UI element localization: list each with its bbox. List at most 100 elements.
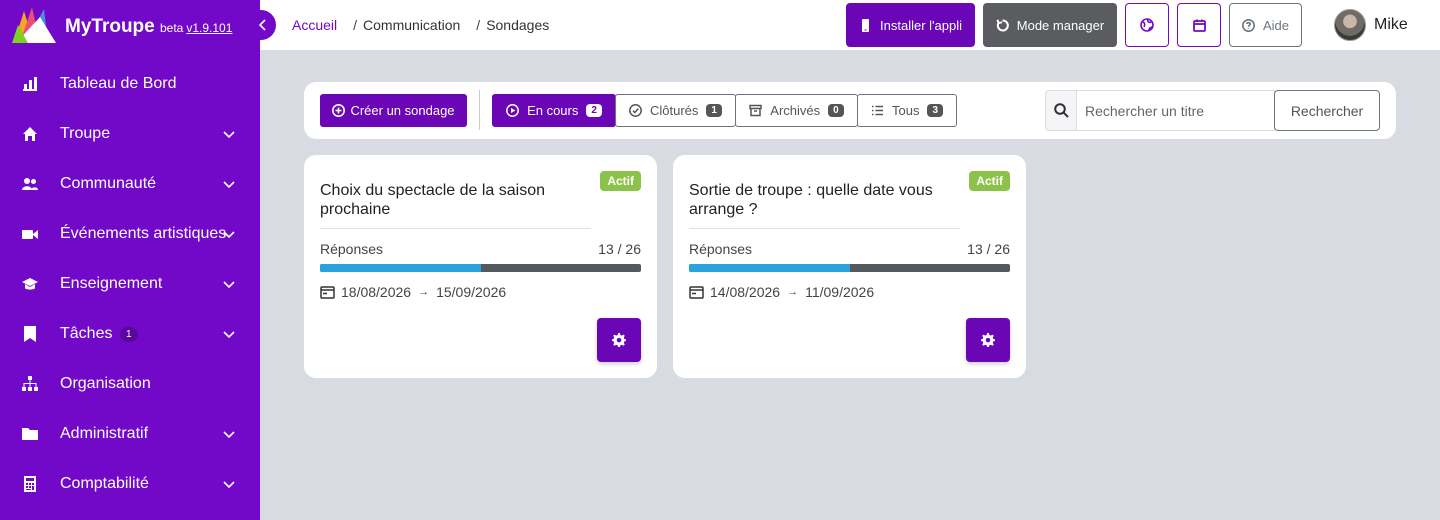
chevron-down-icon[interactable] <box>222 177 236 191</box>
breadcrumb-separator: / <box>353 17 358 33</box>
sidebar-item-organisation[interactable]: Organisation <box>0 359 260 409</box>
search-group: Rechercher <box>1045 90 1380 131</box>
install-app-button[interactable]: Installer l'appli <box>846 3 975 47</box>
arrow-right-icon: → <box>787 286 799 298</box>
mobile-phone-icon <box>862 18 870 32</box>
filter-archived-button[interactable]: Archivés 0 <box>735 94 858 127</box>
manager-mode-button[interactable]: Mode manager <box>983 3 1117 47</box>
gear-icon <box>612 333 626 347</box>
filter-all-button[interactable]: Tous 3 <box>857 94 957 127</box>
sidebar-item-evenements[interactable]: Événements artistiques <box>0 209 260 259</box>
filter-label: Archivés <box>770 103 821 118</box>
poll-dates: 14/08/2026 → 11/09/2026 <box>689 284 874 300</box>
filter-count-badge: 1 <box>706 104 722 117</box>
video-camera-icon <box>22 226 38 242</box>
end-date: 11/09/2026 <box>805 284 875 300</box>
calculator-icon <box>22 476 38 492</box>
filter-label: Clôturés <box>650 103 699 118</box>
poll-title[interactable]: Choix du spectacle de la saison prochain… <box>320 181 590 219</box>
play-circle-icon <box>506 104 520 117</box>
responses-count: 13 / 26 <box>598 241 641 257</box>
poll-card[interactable]: Actif Choix du spectacle de la saison pr… <box>304 155 657 378</box>
chevron-down-icon[interactable] <box>222 127 236 141</box>
sidebar-item-communaute[interactable]: Communauté <box>0 159 260 209</box>
create-poll-label: Créer un sondage <box>350 103 455 118</box>
status-badge: Actif <box>969 171 1010 191</box>
progress-fill <box>689 264 850 272</box>
breadcrumb-home-link[interactable]: Accueil <box>292 17 337 33</box>
calendar-button[interactable] <box>1177 3 1221 47</box>
calendar-icon <box>1192 19 1206 32</box>
responses-label: Réponses <box>689 241 753 257</box>
chevron-down-icon[interactable] <box>222 327 236 341</box>
sidebar-item-label: Tâches <box>60 325 113 342</box>
chart-bars-icon <box>22 76 38 92</box>
avatar <box>1334 9 1366 41</box>
divider <box>689 228 960 229</box>
graduation-cap-icon <box>22 276 38 292</box>
gear-icon <box>981 333 995 347</box>
toolbar-divider <box>479 90 480 130</box>
task-count-badge: 1 <box>120 326 138 342</box>
chevron-down-icon[interactable] <box>222 227 236 241</box>
filter-closed-button[interactable]: Clôturés 1 <box>615 94 736 127</box>
install-app-label: Installer l'appli <box>880 17 962 33</box>
sidebar-item-taches[interactable]: Tâches 1 <box>0 309 260 359</box>
help-label: Aide <box>1262 17 1290 33</box>
sidebar-item-label: Communauté <box>60 175 157 192</box>
folder-icon <box>22 426 38 442</box>
poll-title[interactable]: Sortie de troupe : quelle date vous arra… <box>689 181 959 219</box>
breadcrumb-current: Sondages <box>486 17 550 33</box>
check-circle-icon <box>629 104 642 117</box>
end-date: 15/09/2026 <box>436 284 507 300</box>
responses-progress-bar <box>689 264 1010 272</box>
beta-label: beta <box>160 21 184 35</box>
brand-name: MyTroupe <box>65 16 155 37</box>
search-button[interactable]: Rechercher <box>1274 90 1380 131</box>
sidebar-item-label: Troupe <box>60 125 111 142</box>
search-input[interactable] <box>1076 90 1275 131</box>
polls-toolbar: Créer un sondage En cours 2 Clôturés 1 A… <box>304 82 1396 139</box>
sidebar-item-comptabilite[interactable]: Comptabilité <box>0 459 260 509</box>
chevron-down-icon[interactable] <box>222 277 236 291</box>
chevron-down-icon[interactable] <box>222 477 236 491</box>
status-badge: Actif <box>600 171 641 191</box>
brand[interactable]: MyTroupe beta v1.9.101 <box>0 0 260 50</box>
version-link[interactable]: v1.9.101 <box>186 21 232 35</box>
sidebar-item-administratif[interactable]: Administratif <box>0 409 260 459</box>
poll-settings-button[interactable] <box>597 318 641 362</box>
language-button[interactable] <box>1125 3 1169 47</box>
responses-progress-bar <box>320 264 641 272</box>
sidebar-item-troupe[interactable]: Troupe <box>0 109 260 159</box>
calendar-range-icon <box>689 285 704 299</box>
sidebar-item-enseignement[interactable]: Enseignement <box>0 259 260 309</box>
poll-card[interactable]: Actif Sortie de troupe : quelle date vou… <box>673 155 1026 378</box>
filter-ongoing-button[interactable]: En cours 2 <box>492 94 616 127</box>
globe-icon <box>1140 18 1154 32</box>
sidebar-item-label: Enseignement <box>60 275 163 292</box>
start-date: 18/08/2026 <box>341 284 412 300</box>
user-name: Mike <box>1374 16 1408 33</box>
user-menu[interactable]: Mike <box>1334 9 1408 41</box>
archive-icon <box>749 104 763 117</box>
users-icon <box>22 176 38 192</box>
filter-label: Tous <box>891 103 920 118</box>
plus-circle-icon <box>332 104 346 117</box>
sidebar-item-label: Comptabilité <box>60 475 149 492</box>
divider <box>320 228 591 229</box>
org-chart-icon <box>22 376 38 392</box>
version-info: beta v1.9.101 <box>160 21 232 35</box>
chevron-left-icon <box>258 19 266 31</box>
breadcrumb-section[interactable]: Communication <box>363 17 460 33</box>
topbar: Accueil / Communication / Sondages Insta… <box>260 0 1440 50</box>
manager-mode-label: Mode manager <box>1016 17 1105 33</box>
sidebar-item-dashboard[interactable]: Tableau de Bord <box>0 59 260 109</box>
tasks-icon <box>22 326 38 342</box>
filter-count-badge: 3 <box>927 104 944 117</box>
create-poll-button[interactable]: Créer un sondage <box>320 94 467 127</box>
help-button[interactable]: Aide <box>1229 3 1302 47</box>
progress-fill <box>320 264 481 272</box>
poll-settings-button[interactable] <box>966 318 1010 362</box>
chevron-down-icon[interactable] <box>222 427 236 441</box>
sidebar-item-label: Organisation <box>60 375 151 392</box>
